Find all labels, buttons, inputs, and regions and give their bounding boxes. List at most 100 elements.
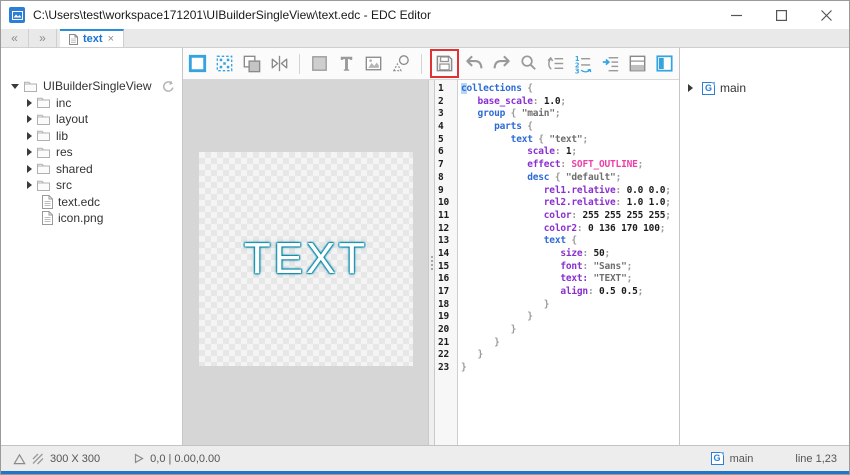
code-lines: 1collections {2 base_scale: 1.0;3 group …	[435, 80, 679, 375]
code-line: 21 }	[435, 337, 679, 350]
code-line: 14 size: 50;	[435, 248, 679, 261]
expand-arrow-icon[interactable]	[27, 115, 32, 123]
outline-item-label: main	[720, 81, 746, 95]
code-line: 13 text {	[435, 235, 679, 248]
outline-item-main[interactable]: G main	[680, 81, 849, 95]
tree-item-lib[interactable]: lib	[1, 128, 182, 145]
line-number: 23	[435, 362, 455, 375]
code-line: 11 color: 255 255 255 255;	[435, 210, 679, 223]
goto-line-icon[interactable]	[544, 51, 567, 77]
code-editor[interactable]: 1collections {2 base_scale: 1.0;3 group …	[435, 80, 679, 445]
panel-splitter[interactable]	[428, 80, 435, 445]
expand-arrow-icon[interactable]	[27, 148, 32, 156]
insert-template-icon[interactable]	[598, 51, 621, 77]
add-rect-icon[interactable]	[308, 51, 331, 77]
window-title: C:\Users\test\workspace171201\UIBuilderS…	[33, 8, 431, 22]
expand-arrow-icon[interactable]	[27, 99, 32, 107]
status-right: G main line 1,23	[711, 452, 837, 465]
splitter-handle-icon	[431, 256, 433, 270]
file-tree-panel: UIBuilderSingleViewinclayoutlibresshared…	[1, 48, 183, 445]
redo-icon[interactable]	[490, 51, 513, 77]
code-line: 15 font: "Sans";	[435, 261, 679, 274]
line-number: 21	[435, 337, 455, 350]
live-view-canvas[interactable]: TEXT	[183, 80, 428, 445]
save-button-highlight	[430, 49, 459, 78]
content-row: TEXT 1collections {2 base_scale: 1.0;3 g…	[183, 80, 679, 445]
code-line: 19 }	[435, 311, 679, 324]
line-number: 16	[435, 273, 455, 286]
aspect-link-icon[interactable]	[32, 453, 44, 465]
code-line: 9 rel1.relative: 0.0 0.0;	[435, 185, 679, 198]
mirror-view-icon[interactable]	[268, 51, 291, 77]
rect-part-icon[interactable]	[186, 51, 209, 77]
folder-icon	[36, 179, 51, 192]
close-button[interactable]	[804, 1, 849, 29]
outline-panel: G main	[679, 48, 849, 445]
toolbar-separator	[299, 54, 300, 74]
canvas-surface[interactable]: TEXT	[199, 152, 413, 366]
auto-indent-icon[interactable]: 123	[571, 51, 594, 77]
current-group-label: main	[730, 453, 754, 465]
expand-arrow-icon[interactable]	[688, 84, 693, 92]
tab-scroll-left-button[interactable]: «	[1, 29, 29, 47]
folder-icon	[36, 96, 51, 109]
line-number: 1	[435, 83, 455, 96]
line-number: 13	[435, 235, 455, 248]
console-toggle-icon[interactable]	[626, 51, 649, 77]
line-number: 6	[435, 146, 455, 159]
code-line: 2 base_scale: 1.0;	[435, 96, 679, 109]
find-icon[interactable]	[517, 51, 540, 77]
line-number: 12	[435, 223, 455, 236]
code-line: 20 }	[435, 324, 679, 337]
line-number: 19	[435, 311, 455, 324]
document-icon	[69, 34, 78, 45]
line-number: 9	[435, 185, 455, 198]
minimize-button[interactable]	[714, 1, 759, 29]
line-number: 22	[435, 349, 455, 362]
code-line: 23}	[435, 362, 679, 375]
canvas-size-value: 300 X 300	[50, 453, 100, 465]
maximize-button[interactable]	[759, 1, 804, 29]
code-line: 1collections {	[435, 83, 679, 96]
tab-scroll-right-button[interactable]: »	[29, 29, 57, 47]
add-proxy-icon[interactable]	[389, 51, 412, 77]
line-number: 15	[435, 261, 455, 274]
window-accent-edge	[1, 471, 849, 474]
add-text-icon[interactable]	[335, 51, 358, 77]
tree-item-text.edc[interactable]: text.edc	[1, 194, 182, 211]
resize-triangle-icon[interactable]	[13, 453, 26, 465]
add-image-icon[interactable]	[362, 51, 385, 77]
tree-item-icon.png[interactable]: icon.png	[1, 210, 182, 227]
refresh-icon[interactable]	[162, 80, 175, 93]
undo-icon[interactable]	[463, 51, 486, 77]
line-number: 17	[435, 286, 455, 299]
tree-item-layout[interactable]: layout	[1, 111, 182, 128]
svg-text:3: 3	[575, 68, 580, 75]
save-icon[interactable]	[432, 52, 457, 76]
tree-item-src[interactable]: src	[1, 177, 182, 194]
file-tree: UIBuilderSingleViewinclayoutlibresshared…	[1, 78, 182, 227]
toolbar-separator	[421, 54, 422, 74]
tab-text[interactable]: text ×	[60, 29, 124, 47]
title-bar: C:\Users\test\workspace171201\UIBuilderS…	[1, 1, 849, 29]
tree-item-inc[interactable]: inc	[1, 95, 182, 112]
expand-arrow-icon[interactable]	[27, 181, 32, 189]
swallow-part-icon[interactable]	[213, 51, 236, 77]
group-badge-icon: G	[702, 82, 715, 95]
expand-arrow-icon[interactable]	[27, 165, 32, 173]
line-number: 14	[435, 248, 455, 261]
tab-label: text	[83, 33, 103, 45]
tree-item-root[interactable]: UIBuilderSingleView	[1, 78, 182, 95]
collapse-arrow-icon[interactable]	[11, 84, 19, 89]
expand-arrow-icon[interactable]	[27, 132, 32, 140]
code-line: 8 desc { "default";	[435, 172, 679, 185]
file-tab-toggle-icon[interactable]	[653, 51, 676, 77]
line-number: 5	[435, 134, 455, 147]
tab-close-icon[interactable]: ×	[108, 33, 114, 45]
line-info-value: line 1,23	[795, 453, 837, 465]
tree-item-shared[interactable]: shared	[1, 161, 182, 178]
tab-bar: « » text ×	[1, 29, 849, 48]
stack-parts-icon[interactable]	[240, 51, 263, 77]
tree-item-res[interactable]: res	[1, 144, 182, 161]
line-number: 8	[435, 172, 455, 185]
